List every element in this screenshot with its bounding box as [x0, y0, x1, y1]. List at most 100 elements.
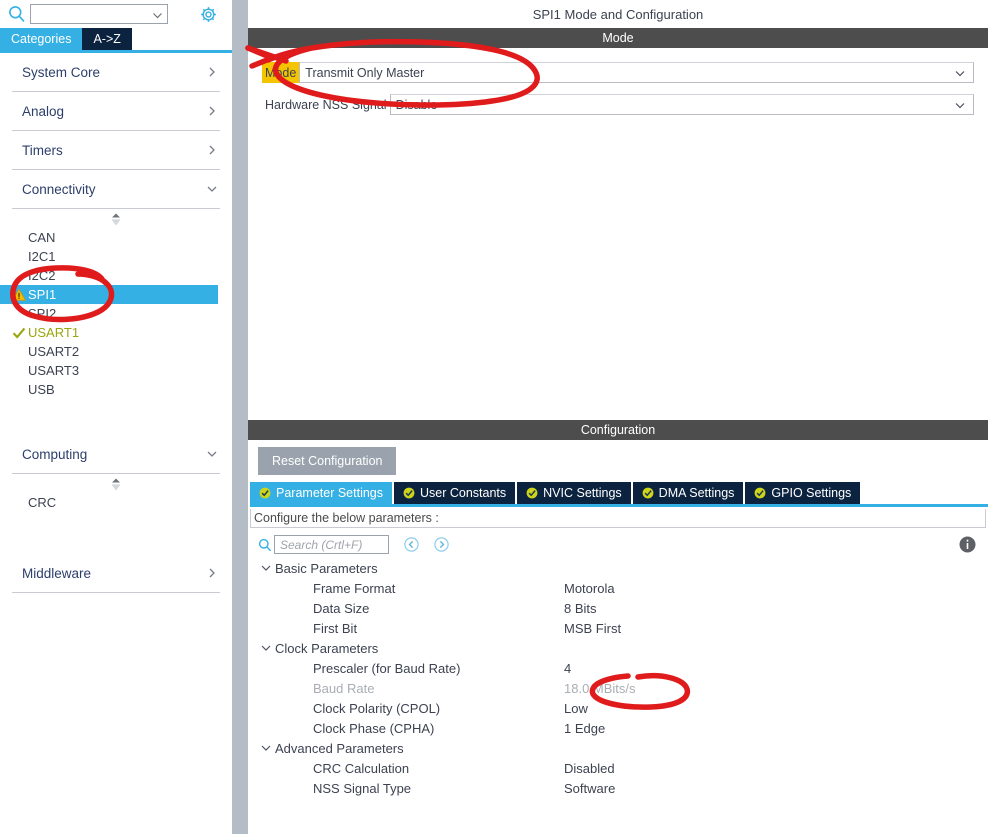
check-circle-icon — [526, 487, 538, 499]
peripheral-item-crc[interactable]: CRC — [0, 493, 232, 512]
table-row[interactable]: Clock Phase (CPHA) 1 Edge — [260, 718, 988, 738]
param-value[interactable]: Software — [564, 781, 988, 796]
chevron-right-icon — [206, 144, 218, 156]
category-analog[interactable]: Analog — [0, 92, 232, 130]
check-circle-icon — [403, 487, 415, 499]
table-row[interactable]: Clock Polarity (CPOL) Low — [260, 698, 988, 718]
param-name: Clock Phase (CPHA) — [313, 720, 435, 736]
info-icon[interactable] — [959, 536, 976, 553]
category-label: Timers — [22, 142, 63, 158]
circle-arrow-left-icon[interactable] — [404, 537, 419, 552]
param-value-prescaler[interactable]: 4 — [564, 661, 988, 676]
page-title: SPI1 Mode and Configuration — [532, 6, 704, 22]
table-row[interactable]: Prescaler (for Baud Rate) 4 — [260, 658, 988, 678]
peripheral-label: CAN — [28, 230, 56, 245]
configuration-pane: SPI1 Mode and Configuration Mode Mode Tr… — [248, 0, 988, 834]
param-value[interactable]: Low — [564, 701, 988, 716]
mode-dropdown[interactable]: Transmit Only Master — [299, 62, 974, 83]
tab-gpio-settings[interactable]: GPIO Settings — [745, 482, 861, 504]
circle-arrow-right-icon[interactable] — [434, 537, 449, 552]
category-label: Connectivity — [22, 181, 96, 197]
table-row[interactable]: NSS Signal Type Software — [260, 778, 988, 798]
param-name: Prescaler (for Baud Rate) — [313, 660, 461, 676]
scroll-up-down-nub[interactable] — [108, 478, 124, 491]
parameter-tree: Basic Parameters Frame Format Motorola D… — [248, 558, 988, 798]
tab-parameter-settings[interactable]: Parameter Settings — [250, 482, 392, 504]
tab-categories[interactable]: Categories — [0, 28, 83, 50]
hardware-nss-dropdown-value: Disable — [395, 97, 438, 112]
peripheral-item-usart3[interactable]: USART3 — [0, 361, 232, 380]
param-value[interactable]: MSB First — [564, 621, 988, 636]
param-group-label: Clock Parameters — [275, 640, 379, 656]
peripheral-label: I2C1 — [28, 249, 56, 264]
table-row[interactable]: Frame Format Motorola — [260, 578, 988, 598]
param-value[interactable]: Disabled — [564, 761, 988, 776]
category-computing[interactable]: Computing — [0, 435, 232, 473]
check-circle-icon — [259, 487, 271, 499]
check-icon — [12, 326, 26, 340]
check-circle-icon — [754, 487, 766, 499]
param-group-basic-parameters[interactable]: Basic Parameters — [260, 558, 988, 578]
hardware-nss-field-row: Hardware NSS Signal Disable — [262, 94, 974, 115]
peripheral-item-spi2[interactable]: SPI2 — [0, 304, 232, 323]
param-name: Frame Format — [313, 580, 396, 596]
parameter-search-box[interactable] — [274, 535, 389, 554]
param-value[interactable]: Motorola — [564, 581, 988, 596]
param-value[interactable]: 8 Bits — [564, 601, 988, 616]
tab-label: User Constants — [420, 486, 507, 500]
param-name: Data Size — [313, 600, 370, 616]
table-row[interactable]: Data Size 8 Bits — [260, 598, 988, 618]
configuration-section-header: Configuration — [248, 420, 988, 440]
tab-label: NVIC Settings — [543, 486, 622, 500]
tab-nvic-settings[interactable]: NVIC Settings — [517, 482, 631, 504]
mode-field-label: Mode — [262, 62, 300, 83]
gear-icon[interactable] — [199, 5, 218, 24]
chevron-down-icon — [206, 448, 218, 460]
peripheral-label: SPI1 — [28, 287, 57, 302]
table-row[interactable]: CRC Calculation Disabled — [260, 758, 988, 778]
category-timers[interactable]: Timers — [0, 131, 232, 169]
chevron-down-icon — [954, 67, 966, 79]
divider — [12, 592, 220, 593]
category-connectivity[interactable]: Connectivity — [0, 170, 232, 208]
param-group-advanced-parameters[interactable]: Advanced Parameters — [260, 738, 988, 758]
peripheral-item-i2c2[interactable]: I2C2 — [0, 266, 232, 285]
category-label: Middleware — [22, 565, 92, 581]
search-icon — [8, 5, 26, 23]
param-group-label: Basic Parameters — [275, 560, 378, 576]
tab-dma-settings[interactable]: DMA Settings — [632, 482, 744, 504]
hardware-nss-dropdown[interactable]: Disable — [389, 94, 974, 115]
scroll-up-down-nub[interactable] — [108, 213, 124, 226]
parameter-search-input[interactable] — [278, 536, 388, 553]
mode-dropdown-value: Transmit Only Master — [305, 65, 425, 80]
panel-splitter[interactable] — [232, 0, 248, 834]
param-name: Baud Rate — [313, 680, 375, 696]
tab-a-to-z[interactable]: A->Z — [82, 28, 132, 50]
search-icon — [258, 538, 272, 552]
category-system-core[interactable]: System Core — [0, 53, 232, 91]
chevron-down-icon — [954, 99, 966, 111]
peripheral-search-input[interactable] — [31, 6, 152, 22]
mode-field-row: Mode Transmit Only Master — [262, 62, 974, 83]
peripheral-item-i2c1[interactable]: I2C1 — [0, 247, 232, 266]
peripheral-label: SPI2 — [28, 306, 57, 321]
tab-label: Parameter Settings — [276, 486, 383, 500]
tab-user-constants[interactable]: User Constants — [394, 482, 516, 504]
computing-peripheral-list: CRC — [0, 478, 232, 518]
peripheral-item-spi1[interactable]: SPI1 — [0, 285, 218, 304]
peripheral-item-usart2[interactable]: USART2 — [0, 342, 232, 361]
mode-section-body: Mode Transmit Only Master Hardware NSS S… — [248, 48, 988, 420]
peripheral-label: USART1 — [28, 325, 80, 340]
param-value[interactable]: 1 Edge — [564, 721, 988, 736]
peripheral-item-usart1[interactable]: USART1 — [0, 323, 232, 342]
peripheral-item-usb[interactable]: USB — [0, 380, 232, 399]
reset-configuration-button[interactable]: Reset Configuration — [258, 447, 397, 475]
peripheral-item-can[interactable]: CAN — [0, 228, 232, 247]
divider — [12, 208, 220, 209]
peripheral-search-combo[interactable] — [30, 4, 168, 24]
chevron-down-icon — [260, 642, 275, 654]
param-group-clock-parameters[interactable]: Clock Parameters — [260, 638, 988, 658]
table-row[interactable]: First Bit MSB First — [260, 618, 988, 638]
category-middleware[interactable]: Middleware — [0, 554, 232, 592]
chevron-right-icon — [206, 567, 218, 579]
